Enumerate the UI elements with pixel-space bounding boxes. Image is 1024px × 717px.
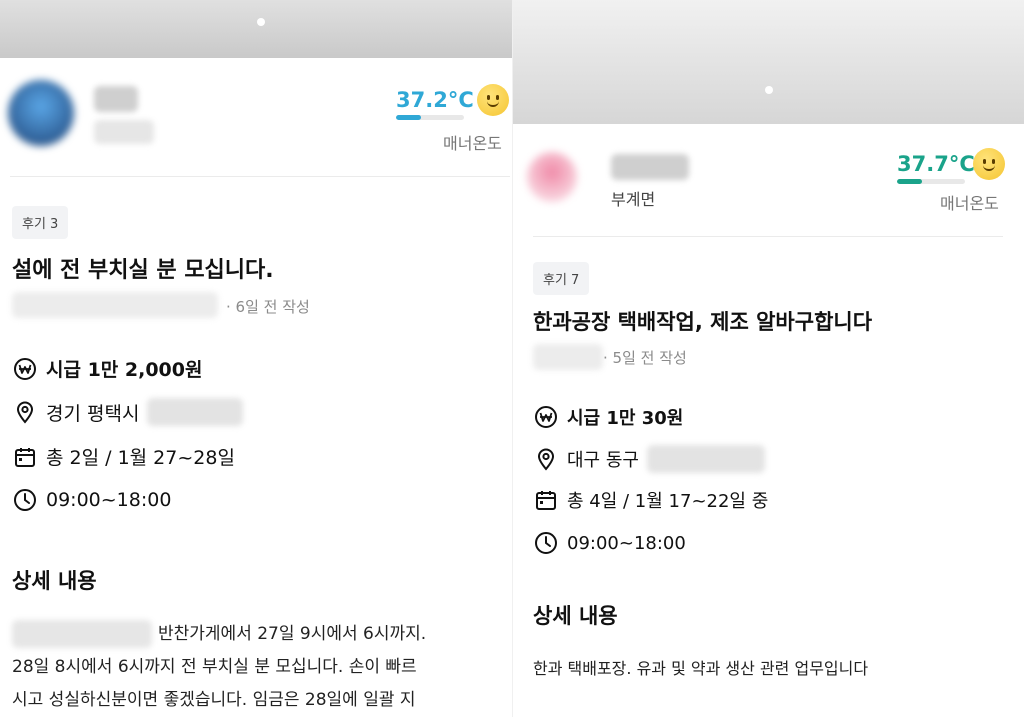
schedule-text: 총 4일 / 1월 17~22일 중 — [567, 491, 769, 512]
manner-temperature-fill — [396, 115, 422, 120]
location-text: 경기 평택시 — [46, 402, 140, 425]
avatar[interactable] — [8, 80, 74, 146]
calendar-icon — [12, 444, 38, 470]
company-name-blurred — [533, 344, 603, 370]
clock-icon — [12, 487, 38, 513]
detail-body-line: 시고 성실하신분이면 좋겠습니다. 임금은 28일에 일괄 지 — [12, 690, 416, 710]
post-title: 설에 전 부치실 분 모십니다. — [12, 258, 274, 283]
left-post-panel: 37.2°C 매너온도 후기 3 설에 전 부치실 분 모십니다. · 6일 전… — [0, 0, 512, 717]
location-detail-blurred — [646, 445, 765, 473]
photo-page-indicator — [257, 18, 265, 26]
detail-body-line: 반찬가게에서 27일 9시에서 6시까지. — [158, 624, 427, 644]
posted-time: · 6일 전 작성 — [226, 298, 310, 316]
manner-temperature-fill — [897, 179, 923, 184]
right-post-panel: 부계면 37.7°C 매너온도 후기 7 한과공장 택배작업, 제조 알바구합니… — [512, 0, 1024, 717]
manner-temperature-bar — [897, 179, 965, 184]
detail-section-title: 상세 내용 — [12, 569, 97, 593]
won-icon — [533, 404, 559, 430]
company-name-blurred — [12, 292, 218, 318]
avatar[interactable] — [527, 152, 577, 202]
manner-temperature: 37.2°C — [396, 88, 474, 112]
username-blurred — [94, 86, 138, 112]
post-photo[interactable] — [513, 0, 1024, 124]
manner-temperature-label[interactable]: 매너온도 — [940, 190, 999, 214]
location-pin-icon — [12, 399, 38, 425]
schedule-row: 총 2일 / 1월 27~28일 — [12, 443, 235, 470]
clock-icon — [533, 530, 559, 556]
hours-row: 09:00~18:00 — [533, 530, 686, 556]
smiley-face-icon — [973, 148, 1005, 180]
location-detail-blurred — [147, 398, 244, 426]
detail-body-line: 한과 택배포장. 유과 및 약과 생산 관련 업무입니다 — [533, 659, 869, 678]
manner-temperature-label[interactable]: 매너온도 — [443, 130, 502, 154]
location-row: 대구 동구 — [533, 445, 765, 473]
hours-row: 09:00~18:00 — [12, 487, 171, 513]
body-text-blurred — [12, 620, 152, 648]
posted-time: · 5일 전 작성 — [603, 349, 687, 367]
divider — [10, 176, 510, 177]
schedule-row: 총 4일 / 1월 17~22일 중 — [533, 487, 768, 513]
location-text: 대구 동구 — [567, 450, 639, 471]
user-region-blurred — [94, 120, 154, 144]
detail-section-title: 상세 내용 — [533, 604, 618, 628]
review-count-badge[interactable]: 후기 3 — [12, 206, 69, 239]
detail-body-line: 28일 8시에서 6시까지 전 부치실 분 모십니다. 손이 빠르 — [12, 657, 417, 677]
schedule-text: 총 2일 / 1월 27~28일 — [46, 447, 235, 469]
hours-text: 09:00~18:00 — [46, 489, 172, 511]
review-count-badge[interactable]: 후기 7 — [533, 262, 590, 295]
divider — [533, 236, 1003, 237]
photo-page-indicator — [765, 86, 773, 94]
calendar-icon — [533, 487, 559, 513]
post-title: 한과공장 택배작업, 제조 알바구합니다 — [533, 310, 873, 334]
wage-row: 시급 1만 30원 — [533, 404, 683, 430]
manner-temperature-bar — [396, 115, 464, 120]
username-blurred — [611, 154, 689, 180]
location-pin-icon — [533, 446, 559, 472]
user-region: 부계면 — [611, 190, 656, 209]
manner-temperature: 37.7°C — [897, 152, 975, 176]
won-icon — [12, 356, 38, 382]
wage-text: 시급 1만 2,000원 — [46, 359, 203, 381]
smiley-face-icon — [477, 84, 509, 116]
wage-text: 시급 1만 30원 — [567, 408, 684, 429]
hours-text: 09:00~18:00 — [567, 532, 686, 554]
location-row: 경기 평택시 — [12, 398, 244, 426]
post-photo[interactable] — [0, 0, 512, 58]
wage-row: 시급 1만 2,000원 — [12, 355, 202, 382]
